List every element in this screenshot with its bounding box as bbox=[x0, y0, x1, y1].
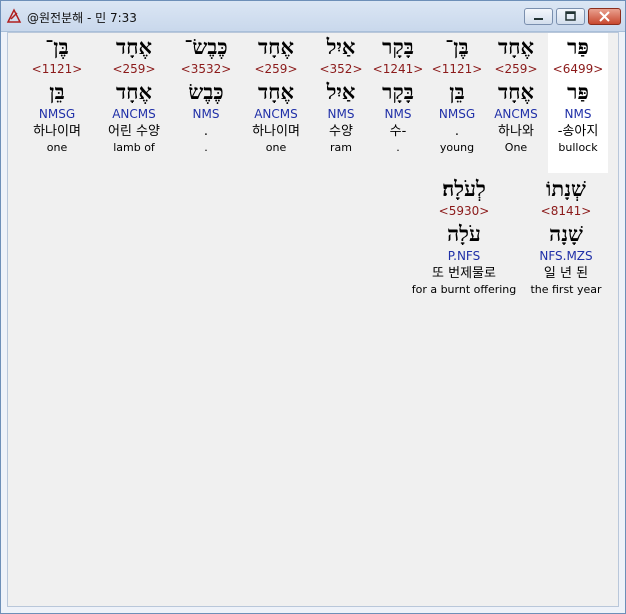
korean-gloss: 또 번제물로 bbox=[432, 266, 496, 281]
close-icon bbox=[599, 11, 610, 22]
strong-number[interactable]: <8141> bbox=[526, 203, 606, 220]
word-block-8[interactable]: אֶחָד <259> אֶחָד ANCMS 어린 수양 lamb of bbox=[104, 33, 164, 156]
word-block-3[interactable]: בֶּן־ <1121> בֵּן NMSG . young bbox=[427, 33, 487, 156]
maximize-icon bbox=[565, 11, 576, 21]
korean-gloss: . bbox=[203, 124, 209, 139]
morphology-code: NMS bbox=[327, 107, 355, 121]
morphology-code: NMS bbox=[564, 107, 592, 121]
strong-number[interactable]: <259> bbox=[486, 61, 546, 78]
korean-gloss: 하나이며 bbox=[33, 124, 81, 139]
english-gloss: for a burnt offering bbox=[411, 283, 517, 296]
word-block-2[interactable]: אֶחָד <259> אֶחָד ANCMS 하나와 One bbox=[486, 33, 546, 156]
english-gloss: bullock bbox=[558, 141, 598, 154]
hebrew-lemma: שָׁנָה bbox=[549, 221, 583, 246]
minimize-icon bbox=[534, 18, 543, 20]
maximize-button[interactable] bbox=[556, 8, 585, 25]
korean-gloss: 수- bbox=[389, 124, 407, 139]
korean-gloss: . bbox=[454, 124, 460, 139]
hebrew-surface: פַּר bbox=[567, 34, 589, 59]
english-gloss: the first year bbox=[530, 283, 602, 296]
morphology-code: ANCMS bbox=[494, 107, 538, 121]
word-block-5[interactable]: אַיִל <352> אַיִל NMS 수양 ram bbox=[311, 33, 371, 156]
korean-gloss: 일 년 된 bbox=[543, 266, 589, 281]
english-gloss: One bbox=[504, 141, 528, 154]
strong-number[interactable]: <259> bbox=[104, 61, 164, 78]
hebrew-surface: שְׁנָתוֹ bbox=[546, 176, 586, 201]
strong-number[interactable]: <5930> bbox=[408, 203, 520, 220]
strong-number[interactable]: <6499> bbox=[548, 61, 608, 78]
word-block-1[interactable]: פַּר <6499> פַּר NMS -송아지 bullock bbox=[548, 33, 608, 173]
english-gloss: young bbox=[439, 141, 475, 154]
hebrew-surface: אֶחָד bbox=[497, 34, 534, 59]
hebrew-surface: בֶּן־ bbox=[445, 34, 469, 59]
morphology-code: NMS bbox=[384, 107, 412, 121]
korean-gloss: 어린 수양 bbox=[108, 124, 160, 139]
window-title: @원전분해 - 민 7:33 bbox=[27, 11, 137, 25]
strong-number[interactable]: <1121> bbox=[27, 61, 87, 78]
hebrew-lemma: כֶּבֶשׂ bbox=[188, 79, 224, 104]
english-gloss: one bbox=[265, 141, 287, 154]
strong-number[interactable]: <1241> bbox=[368, 61, 428, 78]
title-bar[interactable]: @원전분해 - 민 7:33 bbox=[1, 1, 625, 32]
word-block-9[interactable]: בֶּן־ <1121> בֵּן NMSG 하나이며 one bbox=[27, 33, 87, 156]
strong-number[interactable]: <3532> bbox=[176, 61, 236, 78]
hebrew-lemma: בֵּן bbox=[449, 79, 465, 104]
word-block-4[interactable]: בָּקָר <1241> בָּקָר NMS 수- . bbox=[368, 33, 428, 156]
strong-number[interactable]: <259> bbox=[246, 61, 306, 78]
korean-gloss: 하나이며 bbox=[252, 124, 300, 139]
korean-gloss: 하나와 bbox=[498, 124, 534, 139]
app-logo-icon bbox=[6, 8, 22, 23]
english-gloss: ram bbox=[330, 141, 352, 154]
word-block-6[interactable]: אֶחָד <259> אֶחָד ANCMS 하나이며 one bbox=[246, 33, 306, 156]
korean-gloss: -송아지 bbox=[557, 124, 599, 139]
word-block-7[interactable]: כֶּבֶשׂ־ <3532> כֶּבֶשׂ NMS . . bbox=[176, 33, 236, 156]
hebrew-lemma: אֶחָד bbox=[257, 79, 294, 104]
strong-number[interactable]: <1121> bbox=[427, 61, 487, 78]
english-gloss: one bbox=[46, 141, 68, 154]
hebrew-lemma: בָּקָר bbox=[382, 79, 414, 104]
morphology-code: P.NFS bbox=[447, 249, 481, 263]
hebrew-lemma: פַּר bbox=[567, 79, 589, 104]
morphology-code: NFS.MZS bbox=[539, 249, 593, 263]
strong-number[interactable]: <352> bbox=[311, 61, 371, 78]
morphology-code: NMSG bbox=[38, 107, 76, 121]
morphology-code: NMSG bbox=[438, 107, 476, 121]
hebrew-lemma: אֶחָד bbox=[497, 79, 534, 104]
hebrew-surface: בָּקָר bbox=[382, 34, 414, 59]
morphology-code: NMS bbox=[192, 107, 220, 121]
interlinear-panel: פַּר <6499> פַּר NMS -송아지 bullock אֶחָד … bbox=[7, 32, 619, 607]
hebrew-surface: כֶּבֶשׂ־ bbox=[184, 34, 228, 59]
hebrew-surface: אַיִל bbox=[326, 34, 356, 59]
hebrew-lemma: אַיִל bbox=[326, 79, 356, 104]
close-button[interactable] bbox=[588, 8, 621, 25]
english-gloss: . bbox=[396, 141, 400, 154]
hebrew-lemma: בֵּן bbox=[49, 79, 65, 104]
word-block-11[interactable]: לְעֹלָה׃ <5930> עֹלָה P.NFS 또 번제물로 for a… bbox=[408, 175, 520, 298]
korean-gloss: 수양 bbox=[329, 124, 353, 139]
hebrew-lemma: אֶחָד bbox=[115, 79, 152, 104]
hebrew-surface: בֶּן־ bbox=[45, 34, 69, 59]
word-block-10[interactable]: שְׁנָתוֹ <8141> שָׁנָה NFS.MZS 일 년 된 the… bbox=[526, 175, 606, 298]
morphology-code: ANCMS bbox=[112, 107, 156, 121]
english-gloss: lamb of bbox=[113, 141, 155, 154]
minimize-button[interactable] bbox=[524, 8, 553, 25]
hebrew-surface: לְעֹלָה׃ bbox=[442, 176, 486, 201]
english-gloss: . bbox=[204, 141, 208, 154]
hebrew-lemma: עֹלָה bbox=[447, 221, 481, 246]
morphology-code: ANCMS bbox=[254, 107, 298, 121]
hebrew-surface: אֶחָד bbox=[257, 34, 294, 59]
app-window: @원전분해 - 민 7:33 פַּר <6499> פַּר NMS -송아지… bbox=[0, 0, 626, 614]
hebrew-surface: אֶחָד bbox=[115, 34, 152, 59]
